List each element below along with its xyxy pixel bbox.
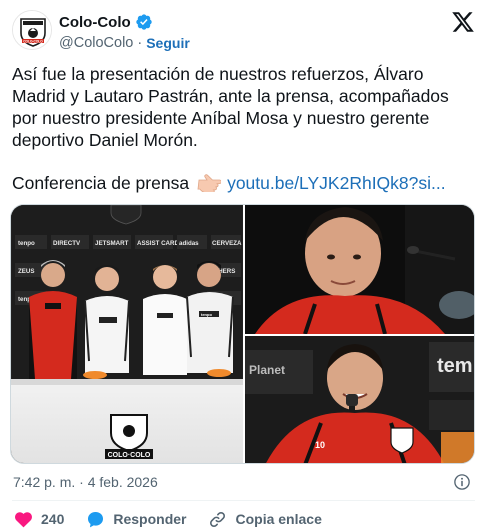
player-closeup-image <box>245 205 474 334</box>
copy-link-label: Copia enlace <box>235 511 322 527</box>
tweet-card: COLO·COLO Colo-Colo @ColoColo · Seguir A… <box>0 0 487 532</box>
follow-button[interactable]: Seguir <box>146 35 190 51</box>
sponsor-directv-1: DIRECTV <box>53 240 81 247</box>
link-icon <box>210 511 226 527</box>
copy-link-button[interactable]: Copia enlace <box>208 510 322 529</box>
reply-button[interactable]: Responder <box>86 510 186 529</box>
action-bar: 240 Responder Copia enlace <box>14 508 344 530</box>
photo-player-closeup[interactable] <box>245 205 474 334</box>
avatar[interactable]: COLO·COLO <box>12 10 52 50</box>
sponsor-tenpo-side-text: tem <box>437 355 473 377</box>
tweet-body: Así fue la presentación de nuestros refu… <box>12 64 449 150</box>
jersey-number-text: 10 <box>315 440 325 450</box>
sponsor-zeus-1: ZEUS <box>18 268 35 275</box>
table-crest-icon: COLO·COLO <box>105 414 153 459</box>
avatar-crest-text: COLO·COLO <box>23 39 43 43</box>
tweet-text: Así fue la presentación de nuestros refu… <box>12 63 472 151</box>
sponsor-assistcard-1: ASSIST CARD <box>137 240 179 247</box>
pointing-right-icon <box>197 174 222 192</box>
info-icon[interactable] <box>453 473 471 491</box>
sponsor-tenpo-1: tenpo <box>18 240 35 247</box>
like-button[interactable]: 240 <box>14 510 64 529</box>
reply-label: Responder <box>113 511 187 527</box>
verified-badge-icon <box>135 14 152 30</box>
youtube-link[interactable]: youtu.be/LYJK2RhIQk8?si... <box>227 172 446 194</box>
sponsor-jetsmart-1: JETSMART <box>95 240 129 247</box>
shirt-sponsor-text: tenpo <box>201 312 212 317</box>
tweet-timestamp[interactable]: 7:42 p. m. · 4 feb. 2026 <box>13 474 158 490</box>
handle[interactable]: @ColoColo <box>59 35 133 51</box>
author-names: Colo-Colo @ColoColo · Seguir <box>59 12 190 53</box>
sponsor-adidas-1: adidas <box>179 240 199 247</box>
tweet-header: COLO·COLO Colo-Colo @ColoColo · Seguir <box>12 10 475 52</box>
heart-icon <box>15 511 32 527</box>
sponsor-planet-text: Planet <box>249 363 285 377</box>
reply-icon <box>88 511 104 527</box>
colo-colo-crest-icon: COLO·COLO <box>13 11 51 49</box>
display-name[interactable]: Colo-Colo <box>59 14 131 31</box>
media-grid[interactable]: tenpo DIRECTV JETSMART ASSIST CARD adida… <box>10 204 475 464</box>
table-crest-text: COLO·COLO <box>108 452 151 459</box>
sponsor-cerveza-1: CERVEZA <box>212 240 242 247</box>
footer-divider <box>12 500 475 501</box>
handle-separator: · <box>137 35 143 51</box>
player-speaking-image: Planet tem 10 <box>245 336 474 463</box>
like-count: 240 <box>41 511 65 527</box>
link-prefix: Conferencia de prensa <box>12 173 190 193</box>
photo-player-speaking[interactable]: Planet tem 10 <box>245 336 474 463</box>
link-line: Conferencia de prensa youtu.be/LYJK2RhIQ… <box>12 172 472 194</box>
presentation-group-image: tenpo DIRECTV JETSMART ASSIST CARD adida… <box>11 205 243 463</box>
photo-presentation-group[interactable]: tenpo DIRECTV JETSMART ASSIST CARD adida… <box>11 205 243 463</box>
x-logo-icon[interactable] <box>451 10 475 34</box>
